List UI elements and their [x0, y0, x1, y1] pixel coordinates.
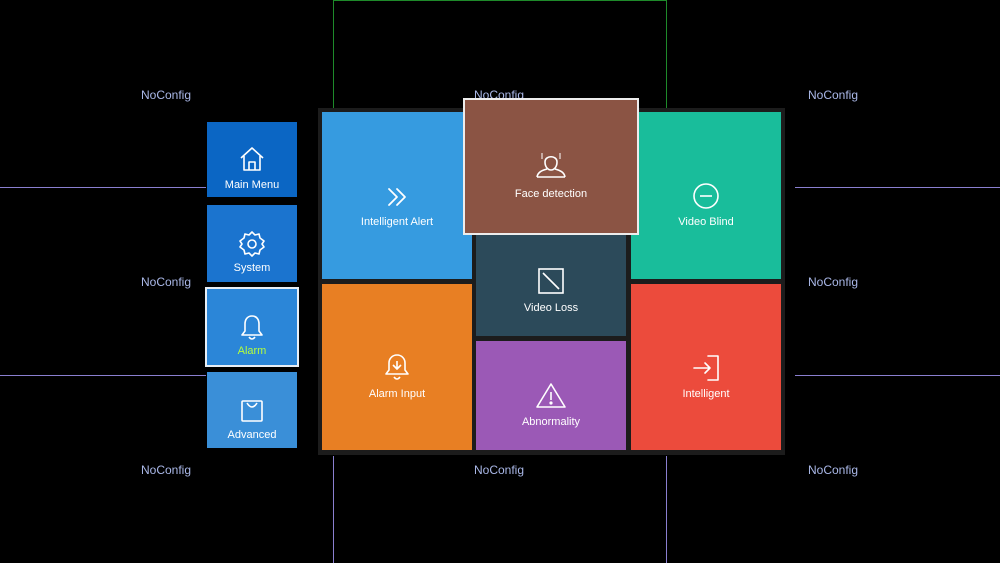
sidebar-item-label: Advanced [227, 429, 277, 441]
camera-noconfig-label: NoConfig [140, 463, 192, 477]
camera-noconfig-label: NoConfig [807, 463, 859, 477]
tile-label: Abnormality [521, 416, 581, 428]
grid-divider [0, 187, 206, 188]
bag-icon [237, 396, 267, 426]
enter-box-icon [692, 354, 720, 382]
alarm-input-icon [383, 352, 411, 382]
tile-video-blind[interactable]: Video Blind [631, 112, 781, 279]
camera-noconfig-label: NoConfig [140, 88, 192, 102]
camera-noconfig-label: NoConfig [807, 275, 859, 289]
video-loss-icon [537, 267, 565, 295]
grid-divider [666, 456, 667, 563]
grid-divider [666, 0, 667, 110]
gear-icon [237, 229, 267, 259]
grid-divider [333, 0, 334, 110]
tile-label: Intelligent [682, 388, 730, 400]
bell-icon [237, 313, 267, 343]
tile-label: Intelligent Alert [360, 216, 434, 228]
tile-video-loss[interactable]: Video Loss [476, 233, 626, 336]
grid-divider [795, 187, 1000, 188]
double-chevron-right-icon [384, 184, 410, 210]
camera-noconfig-label: NoConfig [807, 88, 859, 102]
home-icon [237, 144, 267, 174]
tile-label: Face detection [514, 188, 588, 200]
grid-divider [795, 375, 1000, 376]
tile-alarm-input[interactable]: Alarm Input [322, 284, 472, 450]
sidebar-item-label: Main Menu [224, 179, 280, 191]
grid-divider [333, 456, 334, 563]
tile-intelligent[interactable]: Intelligent [631, 284, 781, 450]
camera-noconfig-label: NoConfig [140, 275, 192, 289]
tile-intelligent-alert[interactable]: Intelligent Alert [322, 112, 472, 279]
sidebar-item-advanced[interactable]: Advanced [207, 372, 297, 448]
minus-circle-icon [692, 182, 720, 210]
sidebar-item-system[interactable]: System [207, 205, 297, 282]
warning-triangle-icon [535, 381, 567, 409]
sidebar-item-main-menu[interactable]: Main Menu [207, 122, 297, 197]
sidebar-item-label: Alarm [237, 345, 267, 357]
tile-abnormality[interactable]: Abnormality [476, 341, 626, 450]
grid-divider [333, 0, 667, 1]
grid-divider [0, 375, 206, 376]
tile-label: Video Loss [523, 302, 579, 314]
sidebar-item-alarm[interactable]: Alarm [205, 287, 299, 367]
face-icon [534, 149, 568, 179]
tile-face-detection[interactable]: Face detection [463, 98, 639, 235]
tile-label: Alarm Input [368, 388, 426, 400]
camera-noconfig-label: NoConfig [473, 463, 525, 477]
sidebar-item-label: System [233, 262, 271, 274]
tile-label: Video Blind [678, 216, 734, 228]
